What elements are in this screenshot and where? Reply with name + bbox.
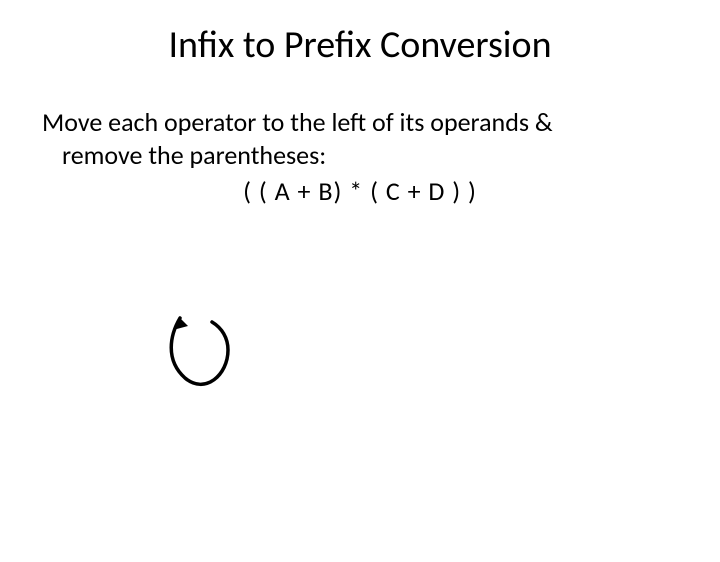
instruction-text: Move each operator to the left of its op… [42, 106, 678, 171]
instruction-line-1: Move each operator to the left of its op… [42, 106, 553, 138]
infix-expression: ( ( A + B) * ( C + D ) ) [42, 175, 678, 207]
slide-title: Infix to Prefix Conversion [0, 22, 720, 68]
instruction-line-2: remove the parentheses: [42, 139, 326, 171]
curved-arrow-icon [150, 300, 250, 400]
